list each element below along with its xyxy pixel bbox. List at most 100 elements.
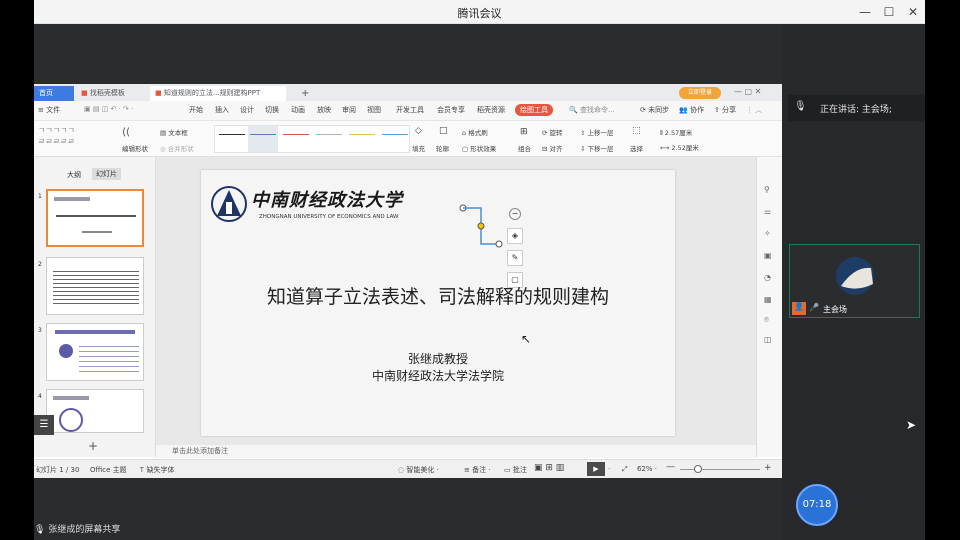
tab-home[interactable]: 首页 [34, 86, 74, 101]
down-layer-button[interactable]: ⇩ 下移一层 [580, 143, 614, 153]
select-icon[interactable]: ⬚ [632, 126, 641, 136]
speaking-text: 正在讲话: 主会场; [820, 105, 892, 115]
layers-icon[interactable]: ◈ [507, 228, 523, 244]
wps-window: 首页 ■ 找稻壳模板 ■ 知道规则的立法...规则建构PPT + 立即登录 — … [34, 84, 782, 478]
outline-button[interactable]: 轮廓 [436, 143, 449, 153]
close-icon[interactable]: ✕ [904, 3, 922, 21]
menu-developer[interactable]: 开发工具 [396, 105, 424, 115]
add-slide-icon[interactable]: + [88, 439, 98, 453]
tool-icon-4[interactable]: ▣ [764, 251, 772, 260]
height-field[interactable]: ⫴ 2.57厘米 [660, 127, 692, 138]
avatar [836, 257, 874, 295]
menu-drawing-tools[interactable]: 绘图工具 [515, 104, 553, 116]
fill-icon[interactable]: ◇ [415, 126, 422, 136]
zoom-slider[interactable] [680, 469, 760, 470]
select-button[interactable]: 选择 [630, 143, 643, 153]
ribbon-toolbar: ㄱㄱㄱㄱㄱ ㄹㄹㄹㄹㄹ ⟨⟨ 编辑形状 ▤ 文本框 ◎ 合并形状 ◇ 填充 □ 轮… [34, 121, 782, 157]
tool-icon-2[interactable]: ⚌ [764, 207, 771, 216]
sync-status[interactable]: ⟳ 未同步 [640, 105, 669, 115]
zoom-handle[interactable] [694, 465, 702, 473]
slide-thumb-4[interactable] [46, 389, 144, 433]
quick-access-icons[interactable]: ▣ ▤ ◫ ↶ · ↷ · [84, 105, 133, 113]
zoom-in-icon[interactable]: + [764, 463, 772, 473]
notes-area[interactable]: 单击此处添加备注 [156, 445, 756, 458]
pen-icon[interactable]: ✎ [507, 250, 523, 266]
up-layer-button[interactable]: ⇧ 上移一层 [580, 127, 614, 137]
login-button[interactable]: 立即登录 [679, 87, 721, 99]
tab-slides[interactable]: 幻灯片 [92, 168, 121, 180]
collab-button[interactable]: 👥 协作 [679, 105, 704, 115]
logo-text: 中南财经政法大学 [251, 190, 403, 211]
mic-icon: 🎤 [809, 303, 819, 312]
more-icon[interactable]: ⋮ ︿ [746, 105, 762, 115]
tool-icon-8[interactable]: ◫ [764, 335, 772, 344]
menu-review[interactable]: 审阅 [342, 105, 356, 115]
align-button[interactable]: ⊟ 对齐 [542, 143, 563, 153]
thumb-number: 2 [38, 261, 42, 268]
rotate-button[interactable]: ⟳ 旋转 [542, 127, 563, 137]
tool-icon-7[interactable]: ⌾ [764, 315, 769, 325]
group-button[interactable]: 组合 [518, 143, 531, 153]
tab-bar: 首页 ■ 找稻壳模板 ■ 知道规则的立法...规则建构PPT + 立即登录 — … [34, 84, 782, 101]
shape-effect-button[interactable]: ▢ 形状效果 [462, 143, 496, 153]
edit-shape-button[interactable]: 编辑形状 [122, 143, 148, 153]
tool-icon-6[interactable]: ▦ [764, 295, 772, 304]
tool-icon-3[interactable]: ✧ [764, 229, 771, 238]
tab-templates[interactable]: ■ 找稻壳模板 [76, 86, 148, 101]
comment-button[interactable]: ▭ 批注 [504, 465, 527, 475]
thumb-number: 1 [38, 193, 42, 200]
meeting-timer[interactable]: 07:18 [796, 484, 838, 526]
slide-thumb-1[interactable] [46, 189, 144, 247]
width-field[interactable]: ⟷ 2.52厘米 [660, 142, 699, 152]
participant-tile[interactable]: 👤 🎤 主会场 [789, 244, 920, 318]
group-icon[interactable]: ⊞ [520, 127, 528, 137]
beautify-button[interactable]: ◌ 智能美化 · [398, 465, 439, 475]
text-box-button[interactable]: ▤ 文本框 [160, 127, 188, 137]
menu-design[interactable]: 设计 [240, 105, 254, 115]
search-command[interactable]: 🔍 查找命令... [569, 105, 615, 115]
menu-animation[interactable]: 动画 [291, 105, 305, 115]
menu-member[interactable]: 会员专享 [437, 105, 465, 115]
menu-view[interactable]: 视图 [367, 105, 381, 115]
collapse-icon[interactable]: − [509, 208, 521, 220]
format-brush-button[interactable]: ⌂ 格式刷 [462, 127, 488, 137]
maximize-icon[interactable]: ☐ [880, 3, 898, 21]
share-button[interactable]: ⇪ 分享 [714, 105, 736, 115]
speaker-icon: 🎙 [794, 101, 807, 112]
shape-palette[interactable]: ㄱㄱㄱㄱㄱ ㄹㄹㄹㄹㄹ [38, 125, 75, 147]
slide-thumb-3[interactable] [46, 323, 144, 381]
fit-window-icon[interactable]: ⤢ [622, 465, 628, 474]
new-tab-icon[interactable]: + [296, 86, 314, 101]
fill-button[interactable]: 填充 [412, 143, 425, 153]
menu-start[interactable]: 开始 [189, 105, 203, 115]
current-slide[interactable]: 中南财经政法大学 ZHONGNAN UNIVERSITY OF ECONOMIC… [201, 170, 675, 436]
menu-slideshow[interactable]: 放映 [317, 105, 331, 115]
theme-label: Office 主题 [90, 466, 127, 474]
list-toggle-icon[interactable]: ☰ [34, 415, 54, 435]
menu-insert[interactable]: 插入 [215, 105, 229, 115]
tab-outline[interactable]: 大纲 [67, 170, 81, 180]
side-tools: ⚲ ⚌ ✧ ▣ ◔ ▦ ⌾ ◫ [756, 157, 782, 457]
slideshow-dropdown-icon[interactable]: · [608, 465, 610, 473]
merge-shape-button[interactable]: ◎ 合并形状 [160, 143, 194, 153]
menu-transition[interactable]: 切换 [265, 105, 279, 115]
play-slideshow-icon[interactable]: ▶ [587, 462, 605, 476]
tool-icon-1[interactable]: ⚲ [764, 185, 770, 194]
window-controls-icon[interactable]: — ▢ ✕ [734, 87, 761, 96]
file-menu[interactable]: ≡ 文件 [38, 105, 60, 115]
zoom-out-icon[interactable]: — [666, 462, 675, 472]
menu-resources[interactable]: 稻壳资源 [477, 105, 505, 115]
edit-shape-icon[interactable]: ⟨⟨ [122, 127, 130, 138]
tab-document[interactable]: ■ 知道规则的立法...规则建构PPT [150, 86, 286, 101]
outline-icon[interactable]: □ [439, 126, 448, 136]
missing-font-button[interactable]: Ꭲ 缺失字体 [140, 465, 174, 475]
zoom-level[interactable]: 62% · [637, 465, 657, 473]
cursor-icon: ➤ [906, 418, 917, 432]
tool-icon-5[interactable]: ◔ [764, 273, 771, 282]
connector-shape[interactable] [459, 204, 503, 254]
minimize-icon[interactable]: — [856, 3, 874, 21]
slide-thumb-2[interactable] [46, 257, 144, 315]
line-style-gallery[interactable] [214, 125, 410, 153]
view-mode-icons[interactable]: ▣ ⊞ ▥ [534, 463, 564, 473]
notes-button[interactable]: ≡ 备注 · [464, 465, 491, 475]
